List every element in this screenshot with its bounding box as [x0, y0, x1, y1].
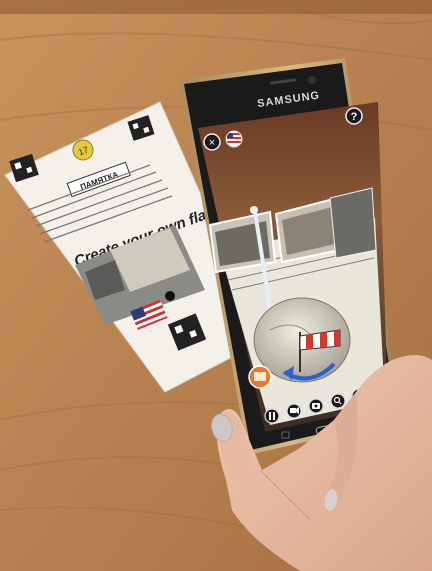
zoom-button[interactable]: [330, 393, 346, 409]
pause-button[interactable]: [264, 408, 280, 424]
photo-scene: 17 ПАМЯТКА Create your own flag SAMSUNG …: [0, 0, 432, 571]
close-icon: ×: [209, 137, 215, 149]
help-icon: ?: [351, 111, 358, 123]
help-button[interactable]: ?: [345, 107, 363, 125]
close-button[interactable]: ×: [203, 133, 221, 151]
camera-icon: [290, 408, 296, 413]
pause-icon: [269, 412, 271, 420]
front-camera: [308, 76, 316, 84]
video-button[interactable]: [286, 403, 302, 419]
sheet-dot: [165, 291, 175, 301]
screenshot-button[interactable]: [308, 398, 324, 414]
ar-photo-card-far: [329, 187, 377, 259]
language-flag-button[interactable]: [225, 130, 243, 148]
